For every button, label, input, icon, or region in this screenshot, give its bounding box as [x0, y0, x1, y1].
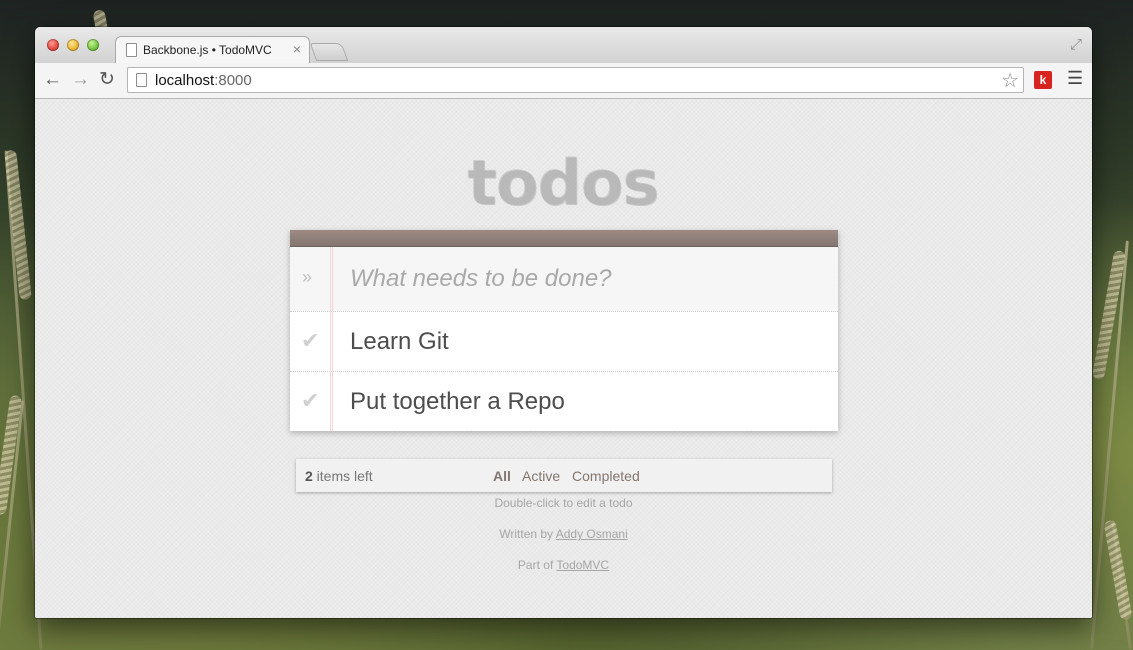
- margin-line: [330, 247, 333, 311]
- author-link[interactable]: Addy Osmani: [556, 527, 628, 541]
- app-title: todos: [467, 147, 660, 220]
- menu-icon[interactable]: ☰: [1067, 68, 1083, 89]
- url-text: localhost:8000: [155, 72, 252, 89]
- filters: All Active Completed: [493, 468, 648, 484]
- items-left-text: items left: [312, 468, 373, 484]
- part-of-prefix: Part of: [517, 558, 557, 572]
- new-todo-input[interactable]: What needs to be done?: [350, 265, 612, 293]
- todo-label[interactable]: Learn Git: [350, 328, 449, 356]
- address-bar[interactable]: localhost:8000 ☆: [127, 67, 1024, 93]
- new-tab-button[interactable]: [309, 43, 349, 61]
- tab-strip: Backbone.js • TodoMVC × ⤢: [35, 27, 1092, 63]
- filter-all[interactable]: All: [493, 468, 511, 484]
- new-todo-row: » What needs to be done?: [290, 247, 838, 312]
- items-left-number: 2: [305, 468, 313, 484]
- todo-footer: 2 items left All Active Completed: [296, 459, 832, 492]
- filter-active[interactable]: Active: [522, 468, 560, 484]
- url-port: :8000: [214, 72, 252, 89]
- fullscreen-icon[interactable]: ⤢: [1070, 36, 1082, 53]
- page-icon: [136, 73, 147, 87]
- todomvc-link[interactable]: TodoMVC: [556, 558, 609, 572]
- items-left-count: 2 items left: [305, 468, 373, 484]
- part-of: Part of TodoMVC: [35, 558, 1092, 572]
- reload-icon[interactable]: ↻: [99, 69, 115, 91]
- close-window-button[interactable]: [47, 39, 59, 51]
- todo-item: ✔ Learn Git: [290, 312, 838, 372]
- todo-label[interactable]: Put together a Repo: [350, 388, 565, 416]
- page-content: todos » What needs to be done? ✔ Learn G…: [35, 99, 1092, 618]
- back-arrow-icon[interactable]: ←: [43, 69, 62, 91]
- margin-line: [330, 312, 333, 371]
- tab-close-icon[interactable]: ×: [293, 41, 301, 57]
- url-host: localhost: [155, 72, 215, 89]
- star-icon[interactable]: ☆: [1001, 68, 1019, 93]
- page-icon: [126, 43, 137, 57]
- zoom-window-button[interactable]: [87, 39, 99, 51]
- edit-hint: Double-click to edit a todo: [494, 496, 633, 510]
- header-bar: [290, 230, 838, 247]
- written-by: Written by Addy Osmani: [35, 527, 1092, 541]
- forward-arrow-icon[interactable]: →: [71, 69, 90, 91]
- browser-tab[interactable]: Backbone.js • TodoMVC ×: [115, 36, 310, 63]
- todo-item: ✔ Put together a Repo: [290, 372, 838, 431]
- browser-toolbar: ← → ↻ localhost:8000 ☆ k ☰: [35, 63, 1092, 99]
- check-icon[interactable]: ✔: [301, 328, 319, 354]
- browser-window: Backbone.js • TodoMVC × ⤢ ← → ↻ localhos…: [35, 27, 1092, 618]
- todo-app: » What needs to be done? ✔ Learn Git ✔ P…: [290, 230, 838, 431]
- check-icon[interactable]: ✔: [301, 388, 319, 414]
- minimize-window-button[interactable]: [67, 39, 79, 51]
- margin-line: [330, 372, 333, 431]
- filter-completed[interactable]: Completed: [572, 468, 640, 484]
- extension-button[interactable]: k: [1034, 71, 1052, 89]
- tab-title: Backbone.js • TodoMVC: [143, 43, 272, 57]
- written-by-prefix: Written by: [499, 527, 556, 541]
- chevron-down-icon[interactable]: »: [302, 267, 312, 288]
